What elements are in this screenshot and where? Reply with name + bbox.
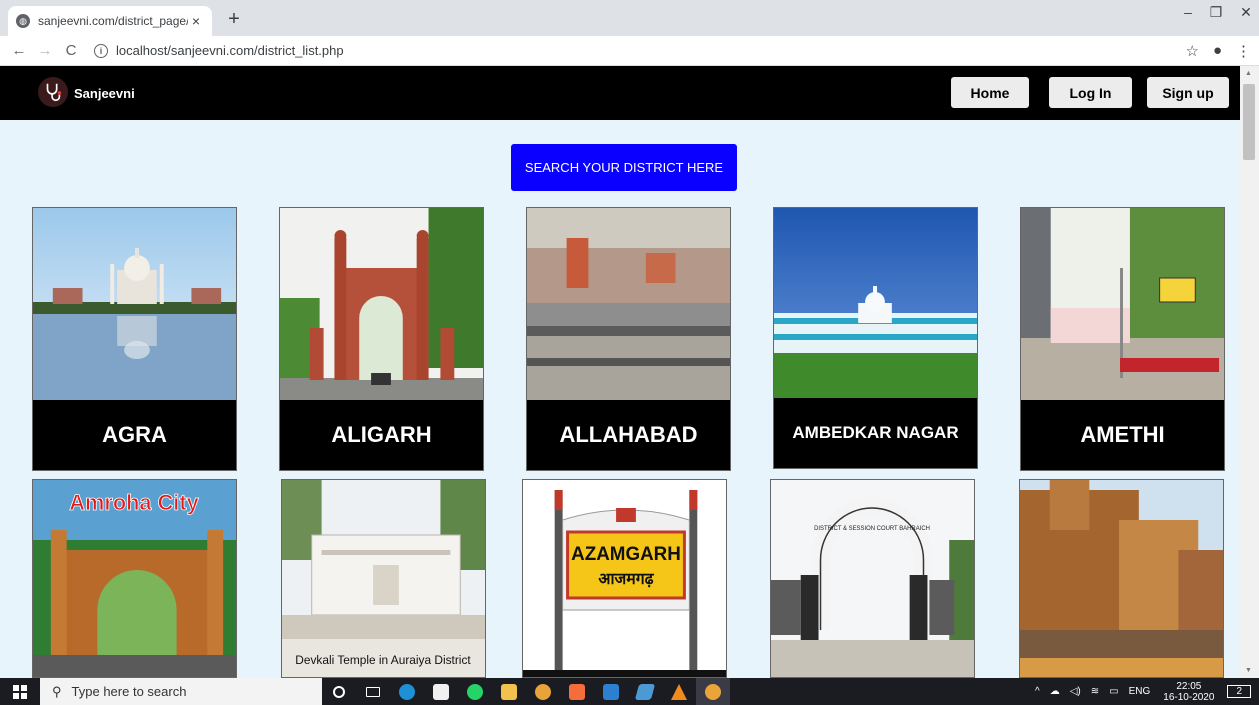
url-field[interactable]: i localhost/sanjeevni.com/district_list.… [94, 43, 344, 58]
windows-logo-icon [13, 684, 27, 699]
search-icon: ⚲ [52, 683, 62, 699]
district-card-allahabad[interactable]: ALLAHABAD [526, 207, 731, 471]
taskbar-search-box[interactable]: ⚲ Type here to search [40, 678, 322, 705]
district-name: AMBEDKAR NAGAR [774, 398, 977, 468]
system-tray: ^ ☁ ◁) ≋ ▭ ENG 22:05 16-10-2020 2 [1030, 678, 1259, 705]
auraiya-caption: Devkali Temple in Auraiya District [295, 653, 471, 667]
chrome-icon[interactable] [696, 678, 730, 705]
taskbar-search-placeholder: Type here to search [71, 684, 187, 699]
district-card-auraiya[interactable]: Devkali Temple in Auraiya District [281, 479, 486, 678]
bookmark-star-icon[interactable]: ☆ [1185, 42, 1198, 60]
home-button[interactable]: Home [951, 77, 1029, 108]
login-button[interactable]: Log In [1049, 77, 1132, 108]
auraiya-temple-image: Devkali Temple in Auraiya District [282, 480, 485, 677]
task-view-icon[interactable] [356, 678, 390, 705]
district-card-agra[interactable]: AGRA [32, 207, 237, 471]
new-tab-button[interactable]: + [222, 8, 246, 31]
windows-start-icon[interactable] [0, 684, 40, 699]
clock-date: 16-10-2020 [1163, 691, 1215, 703]
url-text: localhost/sanjeevni.com/district_list.ph… [116, 43, 344, 58]
district-card-amethi[interactable]: AMETHI [1020, 207, 1225, 471]
signup-button[interactable]: Sign up [1147, 77, 1229, 108]
amroha-gate-image: Amroha City [33, 480, 236, 677]
district-card-aligarh[interactable]: ALIGARH [279, 207, 484, 471]
info-icon[interactable]: i [94, 43, 108, 58]
brand-name[interactable]: Sanjeevni [74, 86, 135, 101]
district-name: AMETHI [1021, 400, 1224, 470]
browser-tab-strip: ◍ sanjeevni.com/district_page/ × + – ❐ ✕ [0, 0, 1259, 36]
district-name: AGRA [33, 400, 236, 470]
district-card-bahraich[interactable]: DISTRICT & SESSION COURT BAHRAICH [770, 479, 975, 678]
menu-icon[interactable]: ⋮ [1236, 42, 1251, 60]
forward-icon[interactable]: → [32, 42, 58, 59]
notification-center-icon[interactable]: 2 [1227, 685, 1251, 698]
tray-chevron-icon[interactable]: ^ [1035, 686, 1040, 697]
language-indicator[interactable]: ENG [1129, 686, 1151, 697]
azamgarh-sign-hi: आजमगढ़ [598, 569, 654, 588]
back-icon[interactable]: ← [6, 42, 32, 59]
close-tab-icon[interactable]: × [188, 13, 204, 29]
store-icon[interactable] [424, 678, 458, 705]
district-name: ALIGARH [280, 400, 483, 470]
agra-taj-mahal-image [33, 208, 236, 400]
scroll-up-icon[interactable]: ▲ [1245, 70, 1252, 77]
windows-taskbar: ⚲ Type here to search ^ ☁ ◁) ≋ ▭ ENG 22:… [0, 678, 1259, 705]
ambedkar-nagar-building-image [774, 208, 977, 400]
azamgarh-signboard-image: AZAMGARH आजमगढ़ [523, 480, 726, 677]
browser-tab[interactable]: ◍ sanjeevni.com/district_page/ × [8, 6, 212, 36]
battery-icon[interactable]: ▭ [1109, 686, 1118, 697]
bahraich-court-gate-image: DISTRICT & SESSION COURT BAHRAICH [771, 480, 974, 677]
whatsapp-icon[interactable] [458, 678, 492, 705]
wifi-icon[interactable]: ≋ [1091, 686, 1099, 697]
bahraich-arch-text: DISTRICT & SESSION COURT BAHRAICH [814, 526, 930, 532]
scroll-down-icon[interactable]: ▼ [1245, 667, 1252, 674]
globe-icon: ◍ [16, 14, 30, 28]
xampp-icon[interactable] [560, 678, 594, 705]
amroha-image-text: Amroha City [69, 490, 199, 515]
aligarh-gate-image [280, 208, 483, 400]
scrollbar-thumb[interactable] [1243, 84, 1255, 160]
district-name: ALLAHABAD [527, 400, 730, 470]
district-card-amroha[interactable]: Amroha City [32, 479, 237, 678]
search-district-button[interactable]: SEARCH YOUR DISTRICT HERE [511, 144, 737, 191]
profile-icon[interactable]: ● [1213, 42, 1222, 60]
reload-icon[interactable]: C [58, 42, 84, 59]
amethi-station-image [1021, 208, 1224, 400]
notepad-icon[interactable] [628, 678, 662, 705]
site-header: Sanjeevni Home Log In Sign up [0, 66, 1240, 120]
page-scrollbar[interactable]: ▲ ▼ [1240, 66, 1259, 678]
vlc-icon[interactable] [662, 678, 696, 705]
district-card-varanasi-ghats[interactable] [1019, 479, 1224, 678]
address-bar: ← → C i localhost/sanjeevni.com/district… [0, 36, 1259, 66]
chrome-icon-2[interactable] [526, 678, 560, 705]
stethoscope-logo-icon[interactable] [38, 77, 68, 107]
volume-icon[interactable]: ◁) [1070, 686, 1081, 697]
close-window-icon[interactable]: ✕ [1226, 4, 1259, 21]
district-card-ambedkar-nagar[interactable]: AMBEDKAR NAGAR [773, 207, 978, 469]
ghats-riverside-image [1020, 480, 1223, 677]
cortana-icon[interactable] [322, 678, 356, 705]
clock-time: 22:05 [1176, 680, 1202, 692]
taskbar-clock[interactable]: 22:05 16-10-2020 [1163, 681, 1214, 703]
onedrive-cloud-icon[interactable]: ☁ [1050, 686, 1060, 697]
tab-title: sanjeevni.com/district_page/ [38, 14, 188, 28]
stethoscope-icon [46, 83, 62, 102]
file-explorer-icon[interactable] [492, 678, 526, 705]
azamgarh-sign-en: AZAMGARH [571, 544, 681, 565]
notification-count: 2 [1236, 686, 1242, 697]
allahabad-ghat-image [527, 208, 730, 400]
app-window-icon[interactable] [594, 678, 628, 705]
district-card-azamgarh[interactable]: AZAMGARH आजमगढ़ [522, 479, 727, 678]
edge-icon[interactable] [390, 678, 424, 705]
